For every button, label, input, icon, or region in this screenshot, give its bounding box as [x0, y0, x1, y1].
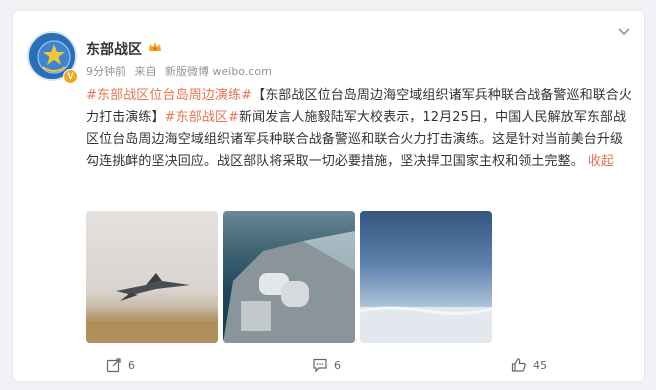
- sky-illustration: [360, 306, 492, 343]
- chevron-down-icon[interactable]: [616, 23, 632, 39]
- hashtag-link[interactable]: #东部战区位台岛周边演练#: [86, 88, 252, 103]
- crown-icon: [149, 42, 161, 51]
- post-body: #东部战区位台岛周边演练#【东部战区位台岛周边海空域组织诸军兵种联合战备警巡和联…: [86, 85, 632, 173]
- share-count: 6: [128, 358, 135, 372]
- comment-icon: [313, 358, 327, 373]
- source-prefix: 来自: [134, 65, 157, 78]
- jet-illustration: [86, 273, 218, 343]
- share-icon: [106, 358, 121, 373]
- like-button[interactable]: 45: [511, 357, 547, 373]
- post-time[interactable]: 9分钟前: [86, 65, 126, 78]
- comment-count: 6: [334, 358, 341, 372]
- thumbs-up-icon: [511, 358, 526, 372]
- verified-badge: V: [63, 69, 78, 84]
- comment-button[interactable]: 6: [312, 357, 341, 373]
- like-count: 45: [533, 358, 547, 372]
- image-grid: [86, 211, 492, 343]
- weibo-post-card: V 东部战区 9分钟前 来自 新版微博 weibo.com #东部战区位台岛周边…: [12, 10, 645, 382]
- collapse-link[interactable]: 收起: [588, 154, 614, 169]
- action-bar: 6 6 45: [13, 351, 646, 381]
- hashtag-link[interactable]: #东部战区#: [165, 110, 239, 125]
- username[interactable]: 东部战区: [86, 39, 142, 59]
- image-sky[interactable]: [360, 211, 492, 343]
- share-button[interactable]: 6: [106, 357, 135, 373]
- image-fighter-jet[interactable]: [86, 211, 218, 343]
- post-meta: 9分钟前 来自 新版微博 weibo.com: [86, 63, 277, 79]
- post-source: 新版微博 weibo.com: [165, 65, 272, 78]
- image-warship[interactable]: [223, 211, 355, 343]
- warship-illustration: [223, 231, 355, 343]
